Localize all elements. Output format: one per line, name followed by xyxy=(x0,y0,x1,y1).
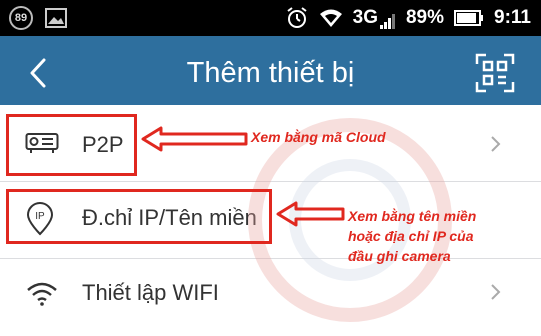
annotation-arrow-p2p xyxy=(141,126,248,152)
app-bar: Thêm thiết bị xyxy=(0,36,541,110)
signal-icon xyxy=(379,14,395,29)
image-icon xyxy=(45,8,67,28)
annotation-line: đầu ghi camera xyxy=(348,248,451,264)
annotation-ip: Xem bằng tên miền hoặc địa chỉ IP của đầ… xyxy=(348,206,476,266)
alarm-icon xyxy=(287,7,307,28)
annotation-arrow-ip xyxy=(276,201,345,227)
page-title: Thêm thiết bị xyxy=(186,57,355,89)
annotation-p2p: Xem bằng mã Cloud xyxy=(251,129,386,145)
network-type: 3G xyxy=(352,7,378,28)
qr-scan-button[interactable] xyxy=(475,53,515,93)
status-bar: 89 3G 89% 9:11 xyxy=(0,0,541,36)
annotation-line: Xem bằng tên miền xyxy=(348,208,477,224)
wifi-icon xyxy=(319,9,342,27)
battery-icon xyxy=(454,10,484,26)
clock: 9:11 xyxy=(494,7,531,28)
wifi-icon xyxy=(27,282,57,306)
annotation-line: hoặc địa chỉ IP của xyxy=(348,228,474,244)
qr-scan-icon xyxy=(475,53,515,93)
highlight-box-p2p xyxy=(6,114,137,176)
battery-percent: 89% xyxy=(405,7,445,28)
network-indicator: 3G xyxy=(353,7,396,29)
notification-badge: 89 xyxy=(9,6,33,30)
highlight-box-ip xyxy=(6,189,272,244)
